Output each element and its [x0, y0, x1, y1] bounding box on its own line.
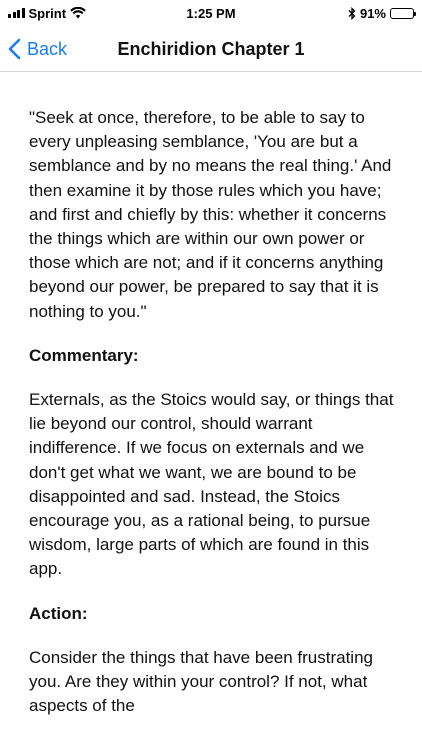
- battery-percent: 91%: [359, 5, 386, 21]
- chapter-content: "Seek at once, therefore, to be able to …: [29, 106, 401, 718]
- status-right: 91%: [274, 5, 416, 21]
- back-label: Back: [27, 38, 68, 59]
- battery-icon: [390, 7, 416, 19]
- action-text: Consider the things that have been frust…: [29, 647, 373, 716]
- carrier-name: Sprint: [28, 5, 67, 21]
- wifi-icon: [70, 7, 86, 19]
- chevron-left-icon: [8, 38, 21, 60]
- action-heading: Action:: [29, 603, 88, 623]
- status-bar: Sprint 1:25 PM 91%: [0, 0, 422, 26]
- bluetooth-icon: [348, 6, 356, 20]
- status-time: 1:25 PM: [186, 5, 236, 21]
- navigation-bar: Back Enchiridion Chapter 1: [0, 26, 422, 72]
- signal-icon: [8, 8, 25, 18]
- status-left: Sprint: [8, 6, 148, 21]
- commentary-heading: Commentary:: [29, 345, 139, 365]
- commentary-text: Externals, as the Stoics would say, or t…: [29, 390, 394, 579]
- battery-cap: [414, 11, 416, 16]
- quote-text: "Seek at once, therefore, to be able to …: [29, 108, 392, 321]
- back-button[interactable]: Back: [8, 26, 67, 72]
